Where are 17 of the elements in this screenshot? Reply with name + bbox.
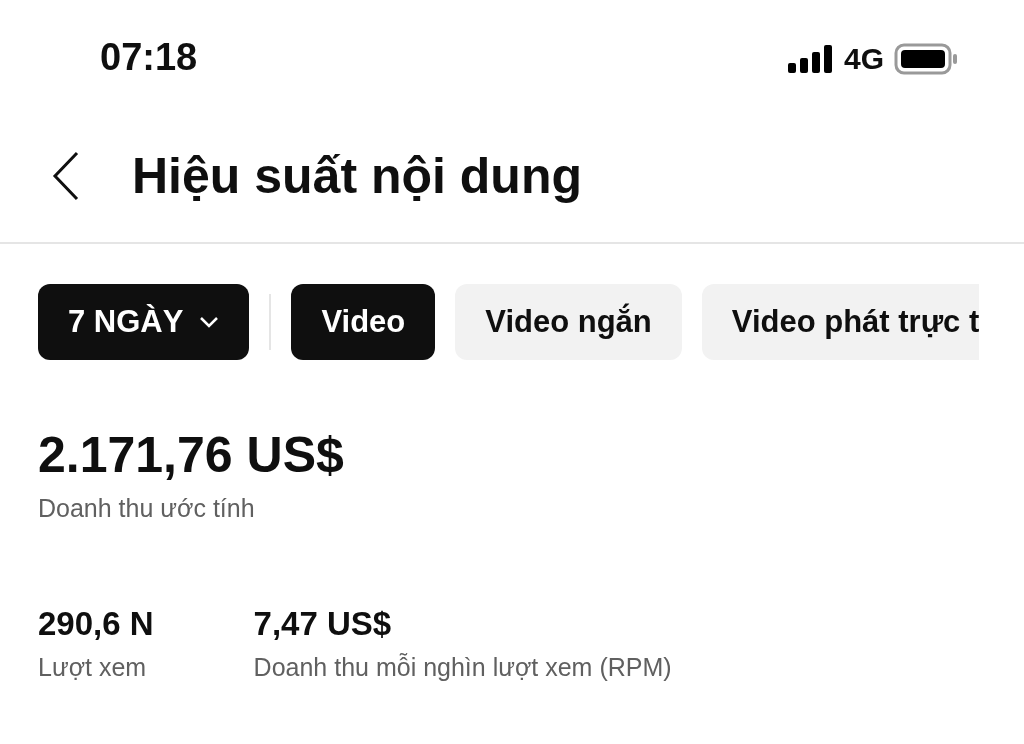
caret-icon <box>199 316 220 328</box>
filter-tab[interactable]: Video <box>291 284 436 360</box>
battery-icon <box>894 43 958 75</box>
network-label: 4G <box>843 42 884 76</box>
period-dropdown[interactable]: 7 NGÀY <box>38 284 250 360</box>
stat-value: 7,47 US$ <box>253 605 393 643</box>
signal-icon <box>787 45 834 73</box>
stat-value: 290,6 N <box>38 605 154 643</box>
stat-label: Doanh thu mỗi nghìn lượt xem (RPM) <box>253 653 672 682</box>
filter-tab[interactable]: Video ngắn <box>455 284 682 360</box>
back-icon[interactable] <box>52 151 80 201</box>
status-time: 07:18 <box>100 36 198 79</box>
filter-tab[interactable]: Video phát trực t <box>701 284 980 360</box>
page-title: Hiệu suất nội dung <box>132 147 582 205</box>
revenue-label: Doanh thu ước tính <box>38 494 256 523</box>
stat-label: Lượt xem <box>38 653 148 682</box>
revenue-value: 2.171,76 US$ <box>38 426 345 484</box>
